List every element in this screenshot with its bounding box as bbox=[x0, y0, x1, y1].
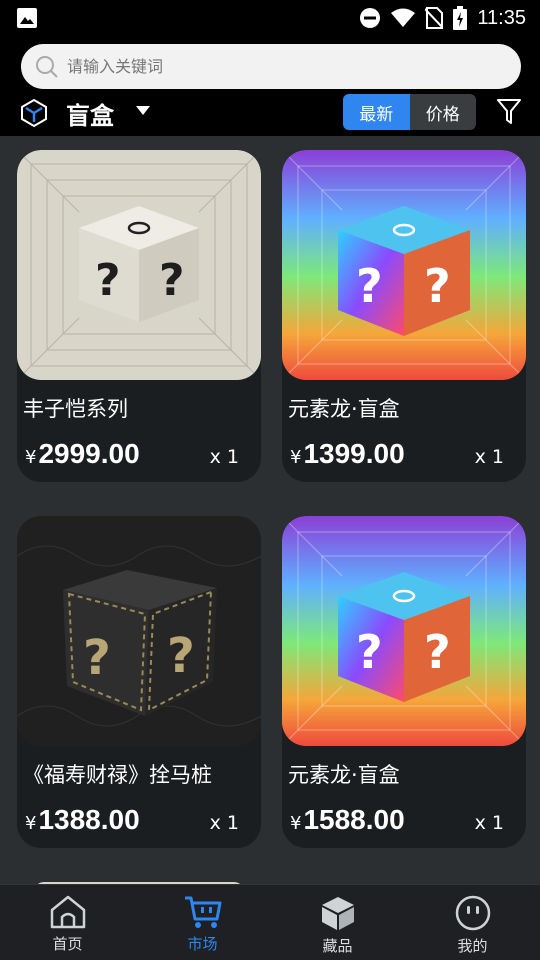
filter-icon[interactable] bbox=[496, 98, 522, 126]
product-card[interactable]: ? ? 丰子恺系列 ¥ 2999.00 x 1 bbox=[17, 150, 261, 482]
nav-item-profile[interactable]: 我的 bbox=[405, 885, 540, 960]
product-quantity: x 1 bbox=[474, 812, 504, 834]
gallery-notification-icon bbox=[17, 8, 37, 28]
nav-item-home[interactable]: 首页 bbox=[0, 885, 135, 960]
svg-text:?: ? bbox=[95, 255, 121, 306]
product-quantity: x 1 bbox=[474, 446, 504, 468]
product-grid: ? ? 丰子恺系列 ¥ 2999.00 x 1 ? ? 元素龙·盲盒 ¥ 139… bbox=[0, 136, 540, 884]
home-icon bbox=[50, 895, 85, 929]
nav-item-collection[interactable]: 藏品 bbox=[270, 885, 405, 960]
sort-toggle: 最新 价格 bbox=[343, 94, 476, 130]
sort-price-button[interactable]: 价格 bbox=[410, 94, 477, 130]
product-price: ¥ 1388.00 bbox=[25, 804, 140, 835]
category-title[interactable]: 盲盒 bbox=[66, 96, 114, 131]
product-image: ? ? bbox=[282, 150, 526, 380]
sort-newest-button[interactable]: 最新 bbox=[343, 94, 410, 130]
nav-item-market[interactable]: 市场 bbox=[135, 885, 270, 960]
status-clock: 11:35 bbox=[477, 6, 526, 29]
product-card[interactable]: ? ? 元素龙·盲盒 ¥ 1588.00 x 1 bbox=[282, 516, 526, 848]
product-image: ? ? bbox=[17, 150, 261, 380]
search-icon bbox=[36, 55, 58, 78]
cart-icon bbox=[184, 896, 221, 928]
category-row: 盲盒 最新 价格 bbox=[0, 94, 540, 134]
product-name: 丰子恺系列 bbox=[23, 397, 128, 421]
svg-text:?: ? bbox=[83, 630, 111, 686]
product-name: 元素龙·盲盒 bbox=[288, 763, 400, 787]
product-price: ¥ 2999.00 bbox=[25, 438, 140, 469]
product-card[interactable]: ? ? 元素龙·盲盒 ¥ 1399.00 x 1 bbox=[282, 150, 526, 482]
product-price: ¥ 1588.00 bbox=[290, 804, 405, 835]
product-price: ¥ 1399.00 bbox=[290, 438, 405, 469]
svg-text:?: ? bbox=[424, 625, 451, 679]
product-card[interactable]: ? ? 《福寿财禄》拴马桩 ¥ 1388.00 x 1 bbox=[17, 516, 261, 848]
bottom-nav: 首页 市场 藏品 我的 bbox=[0, 884, 540, 960]
svg-text:?: ? bbox=[424, 259, 451, 313]
battery-icon bbox=[453, 6, 468, 30]
product-quantity: x 1 bbox=[209, 812, 239, 834]
svg-text:?: ? bbox=[167, 628, 195, 684]
svg-text:?: ? bbox=[356, 625, 383, 679]
search-input[interactable] bbox=[67, 57, 487, 76]
chevron-down-icon[interactable] bbox=[136, 106, 150, 115]
no-sim-icon bbox=[425, 7, 444, 29]
header: 盲盒 最新 价格 bbox=[0, 36, 540, 136]
box-icon bbox=[321, 897, 354, 930]
product-name: 《福寿财禄》拴马桩 bbox=[23, 763, 212, 787]
product-name: 元素龙·盲盒 bbox=[288, 397, 400, 421]
product-image: ? ? bbox=[17, 516, 261, 746]
search-bar[interactable] bbox=[21, 44, 521, 89]
product-image: ? ? bbox=[282, 516, 526, 746]
svg-text:?: ? bbox=[159, 255, 185, 306]
profile-icon bbox=[455, 895, 490, 931]
product-quantity: x 1 bbox=[209, 446, 239, 468]
wifi-icon bbox=[391, 8, 416, 27]
svg-text:?: ? bbox=[356, 259, 383, 313]
cube-icon bbox=[21, 98, 47, 128]
dnd-icon bbox=[360, 8, 381, 28]
status-bar: 11:35 bbox=[0, 0, 540, 36]
